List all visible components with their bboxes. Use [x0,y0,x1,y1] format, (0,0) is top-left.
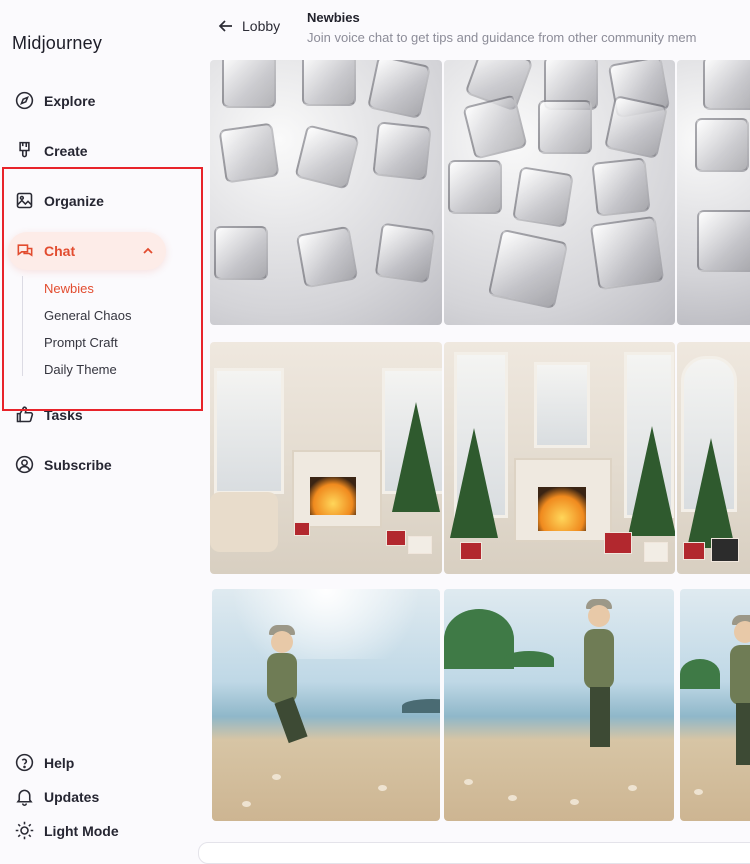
gift-shape [683,542,705,560]
nav-subscribe[interactable]: Subscribe [14,454,112,475]
ice-cube-shape [591,157,651,217]
fire-shape [310,477,356,515]
ice-cube-shape [295,225,359,289]
footer-updates[interactable]: Updates [14,786,99,807]
christmas-tree-shape [628,426,675,536]
help-icon [15,753,34,772]
gift-shape [408,536,432,554]
ice-cube-shape [374,222,436,284]
back-label: Lobby [242,18,281,34]
annotation-highlight-box [2,167,203,411]
window-shape [214,368,284,494]
christmas-tree-shape [687,438,735,548]
gallery-image[interactable] [212,589,440,821]
shell-shape [628,785,637,791]
gallery-image[interactable] [677,342,750,574]
gallery-image[interactable] [444,342,675,574]
gift-shape [294,522,310,536]
gift-shape [460,542,482,560]
ice-cube-shape [697,210,750,272]
footer-help-label: Help [44,754,75,771]
gallery-image[interactable] [677,60,750,325]
sky-glow [212,589,440,659]
shell-shape [242,801,251,807]
channel-title: Newbies [307,10,360,25]
gift-shape [604,532,632,554]
user-circle-icon [15,455,34,474]
distant-island-shape [504,651,554,667]
ice-cube-shape [222,60,276,108]
fire-shape [538,487,586,531]
gallery-image[interactable] [444,60,675,325]
gallery-image[interactable] [444,589,674,821]
ice-cube-shape [218,122,280,184]
ice-cube-shape [589,215,665,291]
ice-cube-shape [294,124,360,190]
island-hill-shape [680,659,720,689]
nav-create-label: Create [44,142,88,159]
nav-subscribe-label: Subscribe [44,456,112,473]
footer-light-mode-label: Light Mode [44,822,119,839]
gallery-image[interactable] [210,342,442,574]
ice-cube-shape [603,94,669,160]
ice-cube-shape [448,160,502,214]
back-to-lobby-button[interactable]: Lobby [218,18,280,34]
arrow-left-icon [218,20,232,32]
ice-cube-shape [512,166,574,228]
ice-cube-shape [366,60,432,120]
channel-subtitle: Join voice chat to get tips and guidance… [307,30,697,45]
ice-cube-shape [487,228,569,310]
nav-explore-label: Explore [44,92,96,109]
christmas-tree-shape [392,402,440,512]
gallery-image[interactable] [210,60,442,325]
ice-cube-shape [695,118,749,172]
nav-create[interactable]: Create [14,140,88,161]
gift-shape [386,530,406,546]
distant-island-shape [402,699,440,713]
ice-cube-shape [372,121,432,181]
sofa-shape [210,492,278,552]
sun-icon [15,821,34,840]
ice-cube-shape [462,94,528,160]
footer-light-mode[interactable]: Light Mode [14,820,119,841]
ice-cube-shape [538,100,592,154]
christmas-tree-shape [450,428,498,538]
nav-explore[interactable]: Explore [14,90,95,111]
shell-shape [464,779,473,785]
ice-cube-shape [703,60,750,110]
shell-shape [508,795,517,801]
compass-icon [15,91,34,110]
sidebar: Midjourney Explore Create Organize Chat … [0,0,203,855]
brush-icon [19,141,30,158]
bell-icon [16,789,33,806]
window-shape [534,362,590,448]
ice-cube-shape [214,226,268,280]
ice-cube-shape [302,60,356,106]
brand-logo[interactable]: Midjourney [12,33,102,54]
shell-shape [570,799,579,805]
chat-input-bar[interactable] [198,842,750,864]
footer-help[interactable]: Help [14,752,74,773]
shell-shape [272,774,281,780]
gallery-image[interactable] [680,589,750,821]
gift-shape [644,542,668,562]
gift-shape [711,538,739,562]
shell-shape [694,789,703,795]
shell-shape [378,785,387,791]
footer-updates-label: Updates [44,788,100,805]
